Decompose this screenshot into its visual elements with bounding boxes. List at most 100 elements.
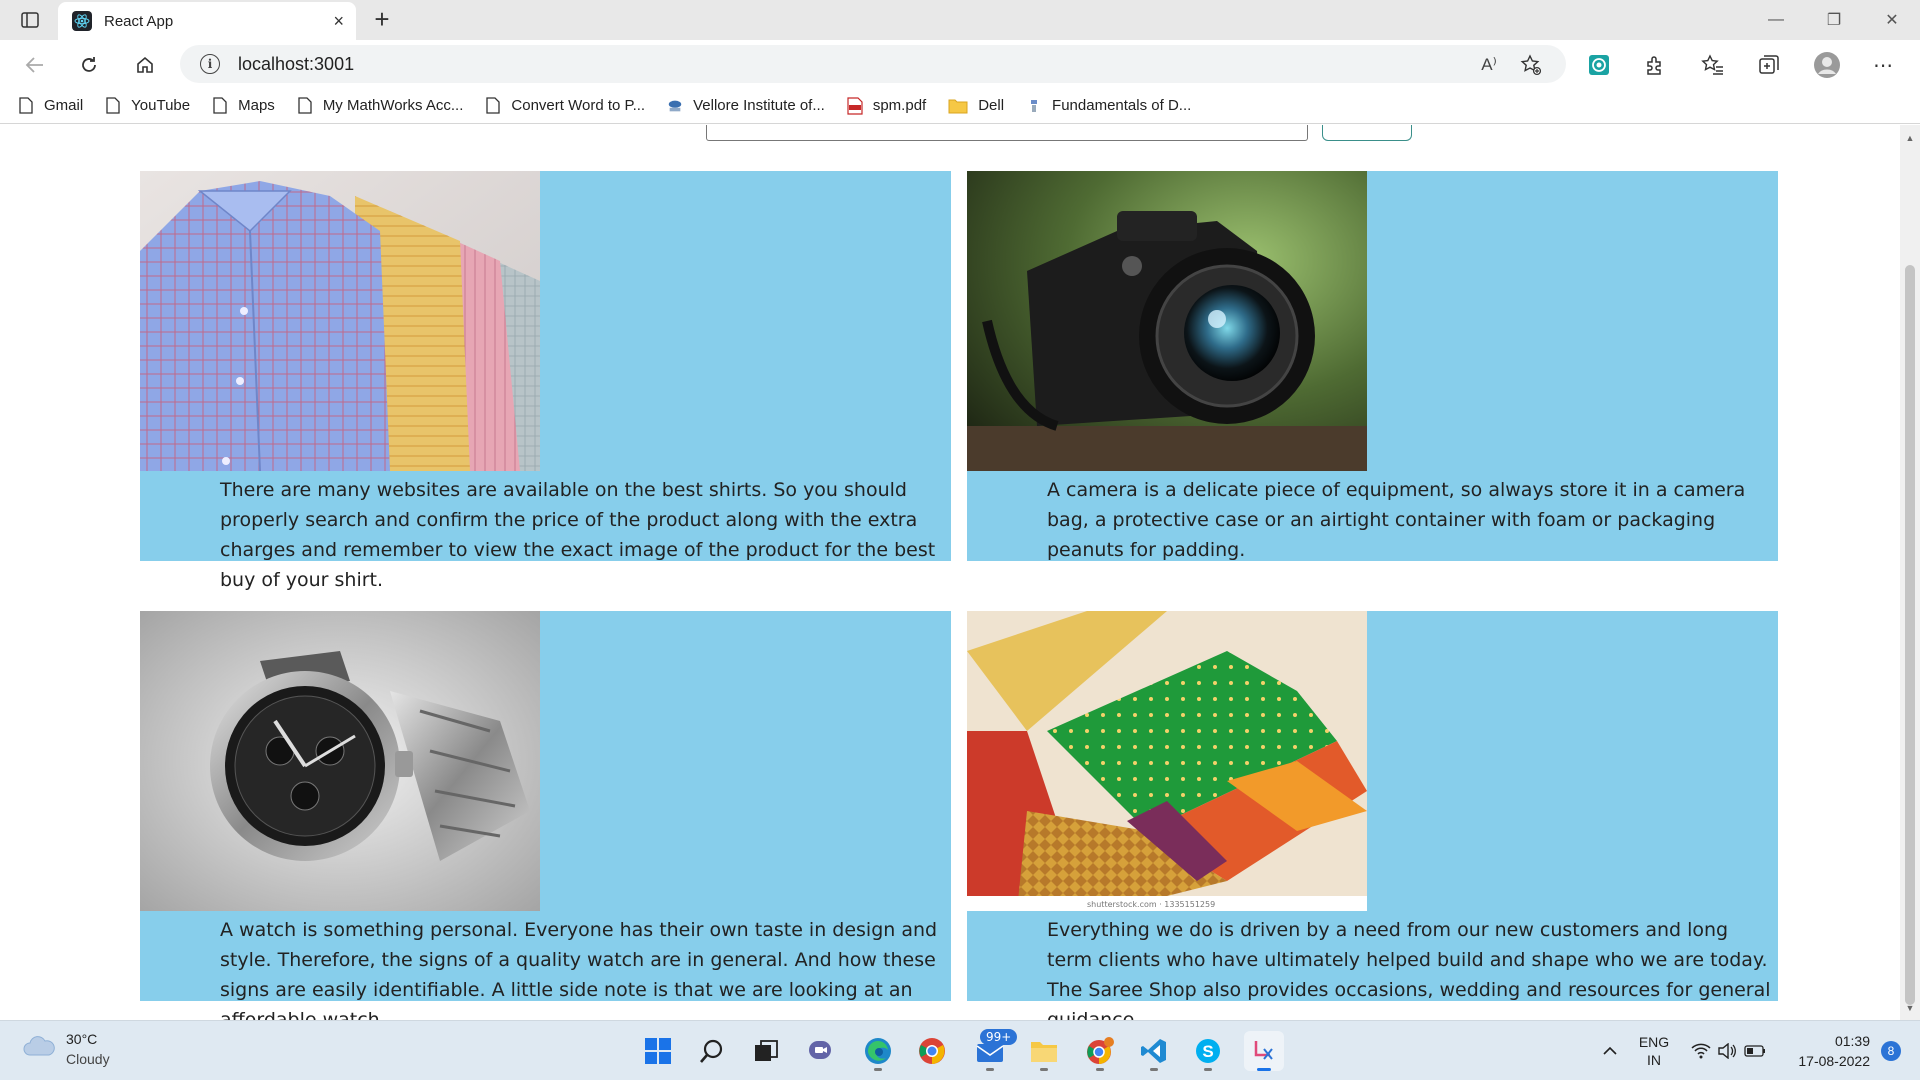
product-description: A watch is something personal. Everyone …: [220, 919, 938, 1020]
tab-title: React App: [104, 12, 174, 30]
page-icon: [212, 97, 228, 115]
running-indicator: [986, 1068, 994, 1071]
page-icon: [297, 97, 313, 115]
extensions-puzzle-icon[interactable]: [1640, 50, 1670, 80]
minimize-button[interactable]: —: [1748, 0, 1804, 40]
bookmark-label: YouTube: [131, 97, 191, 114]
read-aloud-icon[interactable]: A⁾: [1478, 54, 1500, 76]
search-input[interactable]: [706, 125, 1308, 141]
book-icon: [1026, 97, 1042, 115]
bookmark-mathworks[interactable]: My MathWorks Acc...: [297, 97, 464, 115]
mail-badge: 99+: [980, 1029, 1018, 1045]
chrome-profile-icon[interactable]: [1080, 1031, 1120, 1071]
favorites-icon[interactable]: [1698, 50, 1728, 80]
scroll-up-icon[interactable]: ▲: [1904, 133, 1916, 143]
back-button[interactable]: [20, 50, 50, 80]
page-viewport: There are many websites are available on…: [0, 125, 1900, 1020]
scroll-down-icon[interactable]: ▼: [1904, 1003, 1916, 1013]
bookmark-spm-pdf[interactable]: spm.pdf: [847, 96, 927, 115]
notification-count-badge: 8: [1881, 1041, 1901, 1061]
chrome-icon[interactable]: [912, 1031, 952, 1071]
pdf-icon: [847, 96, 863, 115]
bookmark-label: Dell: [978, 97, 1005, 114]
bookmark-label: My MathWorks Acc...: [322, 97, 464, 114]
bookmark-youtube[interactable]: YouTube: [105, 97, 190, 115]
bookmark-label: spm.pdf: [872, 97, 927, 114]
weather-widget[interactable]: 30°C Cloudy: [22, 1029, 110, 1069]
tab-react-app[interactable]: React App ×: [58, 2, 356, 40]
edge-browser-icon[interactable]: [858, 1031, 898, 1071]
page-icon: [485, 97, 501, 115]
browser-toolbar: i localhost:3001 A⁾ ⋯: [0, 40, 1920, 88]
home-button[interactable]: [130, 50, 160, 80]
site-info-icon[interactable]: i: [200, 54, 220, 74]
snipping-tool-icon[interactable]: [1244, 1031, 1284, 1071]
address-bar[interactable]: i localhost:3001 A⁾: [180, 45, 1566, 83]
settings-menu-icon[interactable]: ⋯: [1868, 50, 1898, 80]
tray-chevron-icon[interactable]: [1598, 1021, 1622, 1080]
file-explorer-icon[interactable]: [1024, 1031, 1064, 1071]
teams-chat-icon[interactable]: [800, 1031, 840, 1071]
page-icon: [105, 97, 121, 115]
product-description: There are many websites are available on…: [220, 479, 936, 591]
tab-close-icon[interactable]: ×: [333, 11, 344, 32]
collections-icon[interactable]: [1754, 50, 1784, 80]
react-logo-icon: [72, 11, 92, 31]
restore-button[interactable]: ❐: [1806, 0, 1862, 40]
clock-time: 01:39: [1834, 1033, 1870, 1049]
saree-image: shutterstock.com · 1335151259: [967, 611, 1367, 911]
running-indicator: [1040, 1068, 1048, 1071]
profile-avatar[interactable]: [1812, 50, 1842, 80]
bookmark-label: Vellore Institute of...: [693, 97, 825, 114]
refresh-button[interactable]: [74, 50, 104, 80]
shirts-image: [140, 171, 540, 471]
bookmark-maps[interactable]: Maps: [212, 97, 275, 115]
language-indicator[interactable]: ENG IN: [1630, 1021, 1678, 1080]
running-indicator: [1096, 1068, 1104, 1071]
skype-icon[interactable]: S: [1188, 1031, 1228, 1071]
notification-center[interactable]: 8: [1874, 1021, 1908, 1080]
active-indicator: [1257, 1068, 1271, 1071]
bookmark-fundamentals[interactable]: Fundamentals of D...: [1026, 97, 1191, 115]
task-view-icon[interactable]: [746, 1031, 786, 1071]
lang-code: ENG: [1638, 1034, 1670, 1050]
volume-icon[interactable]: [1716, 1021, 1738, 1080]
search-icon[interactable]: [692, 1031, 732, 1071]
scrollbar-thumb[interactable]: [1905, 265, 1915, 1005]
bookmark-dell[interactable]: Dell: [948, 97, 1004, 115]
clock[interactable]: 01:39 17-08-2022: [1780, 1021, 1870, 1080]
close-window-button[interactable]: ✕: [1864, 0, 1920, 40]
running-indicator: [874, 1068, 882, 1071]
page-icon: [18, 97, 34, 115]
bookmarks-bar: Gmail YouTube Maps My MathWorks Acc... C…: [0, 88, 1920, 124]
wifi-icon[interactable]: [1690, 1021, 1712, 1080]
windows-start-icon[interactable]: [638, 1031, 678, 1071]
bookmark-gmail[interactable]: Gmail: [18, 97, 83, 115]
clock-date: 17-08-2022: [1798, 1053, 1870, 1069]
vit-icon: [667, 97, 683, 115]
product-card-camera: A camera is a delicate piece of equipmen…: [967, 171, 1778, 561]
bookmark-label: Gmail: [44, 97, 84, 114]
product-card-saree: shutterstock.com · 1335151259 Everything…: [967, 611, 1778, 1020]
product-description: A camera is a delicate piece of equipmen…: [1047, 479, 1746, 561]
watch-image: [140, 611, 540, 911]
weather-condition: Cloudy: [66, 1051, 110, 1067]
windows-taskbar: 30°C Cloudy 99+ S ENG IN 01:39 17-08-202…: [0, 1020, 1920, 1080]
vscode-icon[interactable]: [1134, 1031, 1174, 1071]
battery-icon[interactable]: [1742, 1021, 1768, 1080]
region-code: IN: [1647, 1052, 1661, 1068]
bookmark-convert-word[interactable]: Convert Word to P...: [485, 97, 645, 115]
tab-actions-icon[interactable]: [18, 9, 42, 31]
svg-text:S: S: [1202, 1042, 1213, 1061]
add-favorite-icon[interactable]: [1520, 54, 1542, 76]
bookmark-vellore[interactable]: Vellore Institute of...: [667, 97, 825, 115]
bookmark-label: Maps: [238, 97, 275, 114]
folder-icon: [948, 97, 968, 115]
page-scrollbar[interactable]: ▲ ▼: [1900, 125, 1920, 1020]
running-indicator: [1204, 1068, 1212, 1071]
search-button[interactable]: [1322, 125, 1412, 141]
new-tab-button[interactable]: +: [368, 6, 396, 34]
product-card-shirts: There are many websites are available on…: [140, 171, 951, 591]
product-description: Everything we do is driven by a need fro…: [1047, 919, 1771, 1020]
extension-icon[interactable]: [1584, 50, 1614, 80]
